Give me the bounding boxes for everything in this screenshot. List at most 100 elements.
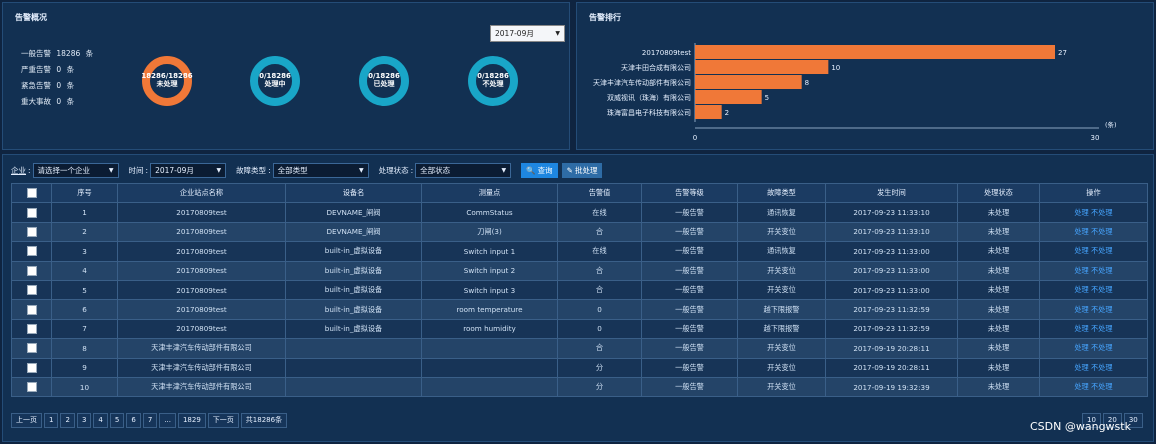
category-label: 天津丰津汽车传动部件有限公司 xyxy=(593,78,691,87)
cell-status: 未处理 xyxy=(957,221,1040,243)
cell-level: 一般告警 xyxy=(641,260,738,281)
table-row[interactable]: 6 20170809test built-in_虚拟设备 room temperatu… xyxy=(11,299,1148,320)
fault-type-select[interactable]: 全部类型 ▼ xyxy=(272,162,369,178)
page-button[interactable]: 4 xyxy=(93,413,108,428)
row-select-cell[interactable] xyxy=(11,299,52,320)
table-row[interactable]: 1 20170809test DEVNAME_闸阀 CommStatus 在线 一般告警通… xyxy=(11,202,1148,223)
bar xyxy=(695,105,722,119)
row-select-cell[interactable] xyxy=(11,357,52,378)
ignore-link[interactable]: 不处理 xyxy=(1091,343,1113,352)
page-button[interactable]: 1829 xyxy=(177,413,206,428)
cell-fault: 通讯恢复 xyxy=(737,202,826,223)
cell-point: room temperature xyxy=(421,299,558,320)
process-link[interactable]: 处理 xyxy=(1074,363,1088,372)
table-row[interactable]: 5 20170809test built-in_虚拟设备 Switch input 3… xyxy=(11,279,1148,301)
row-select-cell[interactable] xyxy=(11,279,52,301)
table-row[interactable]: 2 20170809test DEVNAME_闸阀 刀闸(3) 合一般告警 开关变位 201… xyxy=(11,221,1148,243)
time-select[interactable]: 2017-09月 ▼ xyxy=(150,162,227,178)
row-checkbox[interactable] xyxy=(26,285,37,296)
process-link[interactable]: 处理 xyxy=(1074,246,1088,255)
ignore-link[interactable]: 不处理 xyxy=(1091,246,1113,255)
cell-fault: 开关变位 xyxy=(737,221,826,243)
page-button[interactable]: 2 xyxy=(60,413,75,428)
cell-device: built-in_虚拟设备 xyxy=(285,260,422,281)
ignore-link[interactable]: 不处理 xyxy=(1091,227,1113,236)
cell-point: Switch input 1 xyxy=(421,241,558,262)
row-checkbox[interactable] xyxy=(26,246,37,257)
row-select-cell[interactable] xyxy=(11,202,52,223)
stat-label: 严重告警 xyxy=(21,65,51,74)
table-body: 1 20170809test DEVNAME_闸阀 CommStatus 在线 一般告警通… xyxy=(11,202,1148,398)
prev-page-button[interactable]: 上一页 xyxy=(11,413,42,428)
x-axis-unit: (条) xyxy=(1105,120,1117,129)
time-select-value: 2017-09月 xyxy=(155,165,194,175)
cell-fault: 开关变位 xyxy=(737,376,826,398)
ignore-link[interactable]: 不处理 xyxy=(1091,363,1113,372)
page-button[interactable]: 7 xyxy=(142,413,158,428)
cell-value: 合 xyxy=(557,338,642,359)
donut-ratio: 0/18286 xyxy=(477,72,509,80)
row-checkbox[interactable] xyxy=(26,265,37,276)
ignore-link[interactable]: 不处理 xyxy=(1091,305,1113,314)
table-row[interactable]: 7 20170809test built-in_虚拟设备 room humidity 0… xyxy=(11,318,1148,340)
table-row[interactable]: 3 20170809test built-in_虚拟设备 Switch input 1… xyxy=(11,241,1148,262)
row-checkbox[interactable] xyxy=(26,226,37,237)
process-link[interactable]: 处理 xyxy=(1074,266,1088,275)
process-link[interactable]: 处理 xyxy=(1074,382,1088,391)
ignore-link[interactable]: 不处理 xyxy=(1091,266,1113,275)
cell-actions: 处理 不处理 xyxy=(1039,299,1148,320)
edit-icon: ✎ xyxy=(566,165,573,175)
process-link[interactable]: 处理 xyxy=(1074,343,1088,352)
row-checkbox[interactable] xyxy=(26,207,37,218)
page-button[interactable]: 1 xyxy=(44,413,59,428)
category-label: 20170809test xyxy=(642,49,691,57)
batch-process-button[interactable]: ✎ 批处理 xyxy=(561,162,603,178)
page-button[interactable]: 3 xyxy=(76,413,92,428)
query-button[interactable]: 🔍 查询 xyxy=(521,162,558,178)
process-link[interactable]: 处理 xyxy=(1074,227,1088,236)
cell-level: 一般告警 xyxy=(641,357,738,378)
cell-site: 20170809test xyxy=(117,318,286,340)
cell-level: 一般告警 xyxy=(641,279,738,301)
row-checkbox[interactable] xyxy=(26,323,37,334)
status-select[interactable]: 全部状态 ▼ xyxy=(415,162,512,178)
row-select-cell[interactable] xyxy=(11,221,52,243)
table-row[interactable]: 4 20170809test built-in_虚拟设备 Switch input 2… xyxy=(11,260,1148,281)
ignore-link[interactable]: 不处理 xyxy=(1091,208,1113,217)
table-row[interactable]: 8 天津丰津汽车传动部件有限公司 合一般告警 开关变位 2017-09-19 20:28… xyxy=(11,338,1148,359)
enterprise-select[interactable]: 请选择一个企业 ▼ xyxy=(32,162,119,178)
stat-row-serious: 严重告警 0 条 xyxy=(21,64,93,80)
cell-site: 天津丰津汽车传动部件有限公司 xyxy=(117,376,286,398)
select-all-checkbox[interactable] xyxy=(26,188,37,199)
row-select-cell[interactable] xyxy=(11,376,52,398)
page-button[interactable]: 5 xyxy=(109,413,125,428)
row-select-cell[interactable] xyxy=(11,318,52,340)
process-link[interactable]: 处理 xyxy=(1074,305,1088,314)
select-all-cell[interactable] xyxy=(11,182,52,204)
row-select-cell[interactable] xyxy=(11,338,52,359)
stat-value: 18286 xyxy=(56,49,81,58)
ignore-link[interactable]: 不处理 xyxy=(1091,285,1113,294)
cell-point: room humidity xyxy=(421,318,558,340)
process-link[interactable]: 处理 xyxy=(1074,208,1088,217)
table-row[interactable]: 10 天津丰津汽车传动部件有限公司 分一般告警 开关变位 2017-09-19 19:3… xyxy=(11,376,1148,398)
process-link[interactable]: 处理 xyxy=(1074,324,1088,333)
ignore-link[interactable]: 不处理 xyxy=(1091,324,1113,333)
row-checkbox[interactable] xyxy=(26,382,37,393)
next-page-button[interactable]: 下一页 xyxy=(207,413,239,428)
table-row[interactable]: 9 天津丰津汽车传动部件有限公司 分一般告警 开关变位 2017-09-19 20:28… xyxy=(11,357,1148,378)
row-select-cell[interactable] xyxy=(11,260,52,281)
process-link[interactable]: 处理 xyxy=(1074,285,1088,294)
summary-month-select[interactable]: 2017-09月 ▼ xyxy=(490,25,565,42)
row-checkbox[interactable] xyxy=(26,304,37,315)
ignore-link[interactable]: 不处理 xyxy=(1091,382,1113,391)
x-tick-label: 0 xyxy=(693,134,697,142)
row-select-cell[interactable] xyxy=(11,241,52,262)
page-button[interactable]: 6 xyxy=(126,413,141,428)
cell-device: built-in_虚拟设备 xyxy=(285,241,422,262)
row-checkbox[interactable] xyxy=(26,343,37,354)
row-checkbox[interactable] xyxy=(26,362,37,373)
cell-site: 20170809test xyxy=(117,279,286,301)
cell-no: 9 xyxy=(51,357,118,378)
table-header-row: 序号 企业站点名称 设备名 测量点 告警值 告警等级 故障类型 发生时间 处理状… xyxy=(11,182,1148,204)
